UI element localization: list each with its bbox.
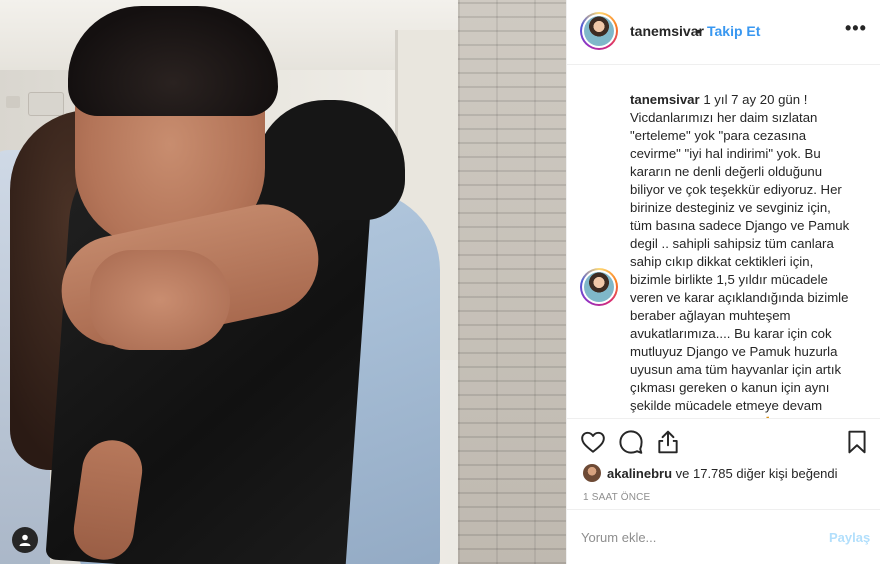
caption-text: 1 yıl 7 ay 20 gün ! Vicdanlarımızı her d… <box>630 92 850 418</box>
comment-box: Yorum ekle... Paylaş <box>567 509 880 564</box>
author-avatar[interactable] <box>580 12 618 50</box>
caption-username[interactable]: tanemsivar <box>630 92 700 107</box>
caption-author-avatar[interactable] <box>580 268 618 306</box>
post-timestamp: 1 SAAT ÖNCE <box>583 492 651 503</box>
photo-brick-wall <box>458 0 566 564</box>
follow-button[interactable]: Takip Et <box>707 23 760 39</box>
photo-woman-sleeve <box>255 100 405 220</box>
post-side-panel: tanemsivar • Takip Et ••• tanemsivar 1 y… <box>566 0 880 564</box>
instagram-post-modal: tanemsivar • Takip Et ••• tanemsivar 1 y… <box>0 0 880 564</box>
header-separator: • <box>696 23 701 39</box>
photo-wall-device <box>6 96 20 108</box>
author-username[interactable]: tanemsivar <box>630 23 704 39</box>
likes-summary[interactable]: akalinebru ve 17.785 diğer kişi beğendi <box>583 464 838 482</box>
comment-input[interactable]: Yorum ekle... <box>581 530 656 545</box>
post-photo[interactable] <box>0 0 566 564</box>
post-caption: tanemsivar 1 yıl 7 ay 20 gün ! Vicdanlar… <box>630 91 852 418</box>
post-comment-button[interactable]: Paylaş <box>829 530 870 545</box>
caption-scroll-area[interactable]: tanemsivar 1 yıl 7 ay 20 gün ! Vicdanlar… <box>567 65 880 418</box>
post-header: tanemsivar • Takip Et ••• <box>567 0 880 65</box>
photo-man-hair <box>68 6 278 116</box>
photo-wall-sensor <box>28 92 64 116</box>
photo-man-hand <box>90 250 230 350</box>
comment-icon[interactable] <box>618 429 644 455</box>
likes-count-text[interactable]: ve 17.785 diğer kişi beğendi <box>672 466 838 481</box>
share-icon[interactable] <box>655 429 681 455</box>
liker-avatar <box>583 464 601 482</box>
heart-icon[interactable] <box>580 429 606 455</box>
user-tag-icon[interactable] <box>12 527 38 553</box>
more-options-icon[interactable]: ••• <box>845 18 867 39</box>
bookmark-icon[interactable] <box>844 429 870 455</box>
liker-username[interactable]: akalinebru <box>607 466 672 481</box>
